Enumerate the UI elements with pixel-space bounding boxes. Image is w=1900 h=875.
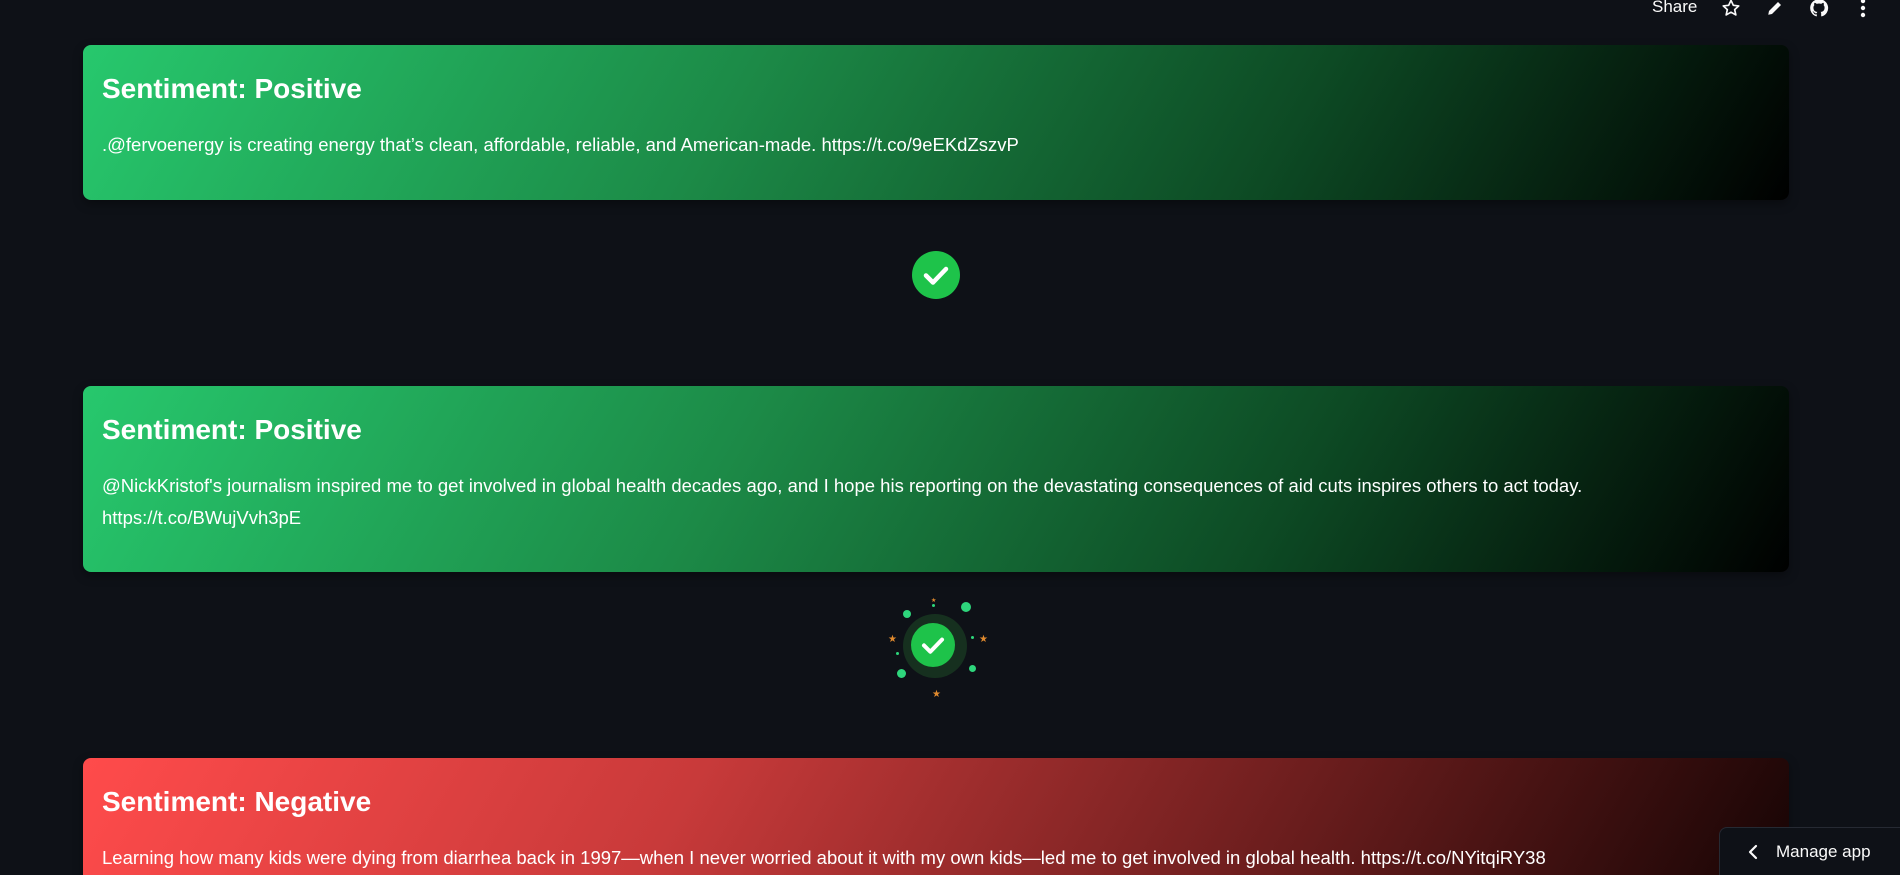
tweet-text: Learning how many kids were dying from d… xyxy=(102,847,1546,868)
confetti-star-icon: ★ xyxy=(979,634,988,645)
confetti-dot xyxy=(897,669,906,678)
confetti-star-icon: ★ xyxy=(888,634,897,645)
confetti-dot xyxy=(896,652,899,655)
share-button[interactable]: Share xyxy=(1652,0,1697,17)
confetti-dot xyxy=(961,602,971,612)
confetti-star-icon: ★ xyxy=(932,689,941,700)
github-icon[interactable] xyxy=(1808,0,1830,19)
tweet-text: @NickKristof's journalism inspired me to… xyxy=(102,475,1583,528)
confetti-dot xyxy=(903,610,911,618)
app-page: Share Sentiment: Positive .@fervoenergy … xyxy=(0,0,1900,875)
confetti-star-icon: ★ xyxy=(931,598,937,604)
check-icon xyxy=(911,623,955,667)
kebab-menu-icon[interactable] xyxy=(1852,0,1874,19)
sentiment-card: Sentiment: Positive .@fervoenergy is cre… xyxy=(83,45,1789,200)
chevron-left-icon xyxy=(1748,844,1758,859)
confetti-dot xyxy=(971,636,974,639)
star-icon[interactable] xyxy=(1720,0,1742,19)
sentiment-heading: Sentiment: Positive xyxy=(102,73,362,104)
celebration-burst: ★ ★ ★ ★ xyxy=(880,592,990,702)
check-icon xyxy=(912,251,960,299)
sentiment-heading: Sentiment: Negative xyxy=(102,786,372,817)
manage-app-button[interactable]: Manage app xyxy=(1719,827,1900,875)
pencil-icon[interactable] xyxy=(1764,0,1786,19)
tweet-text: .@fervoenergy is creating energy that’s … xyxy=(102,134,1019,155)
sentiment-heading: Sentiment: Positive xyxy=(102,414,362,445)
sentiment-card: Sentiment: Positive @NickKristof's journ… xyxy=(83,386,1789,572)
manage-app-label: Manage app xyxy=(1776,841,1871,861)
sentiment-card: Sentiment: Negative Learning how many ki… xyxy=(83,758,1789,875)
confetti-dot xyxy=(969,665,976,672)
